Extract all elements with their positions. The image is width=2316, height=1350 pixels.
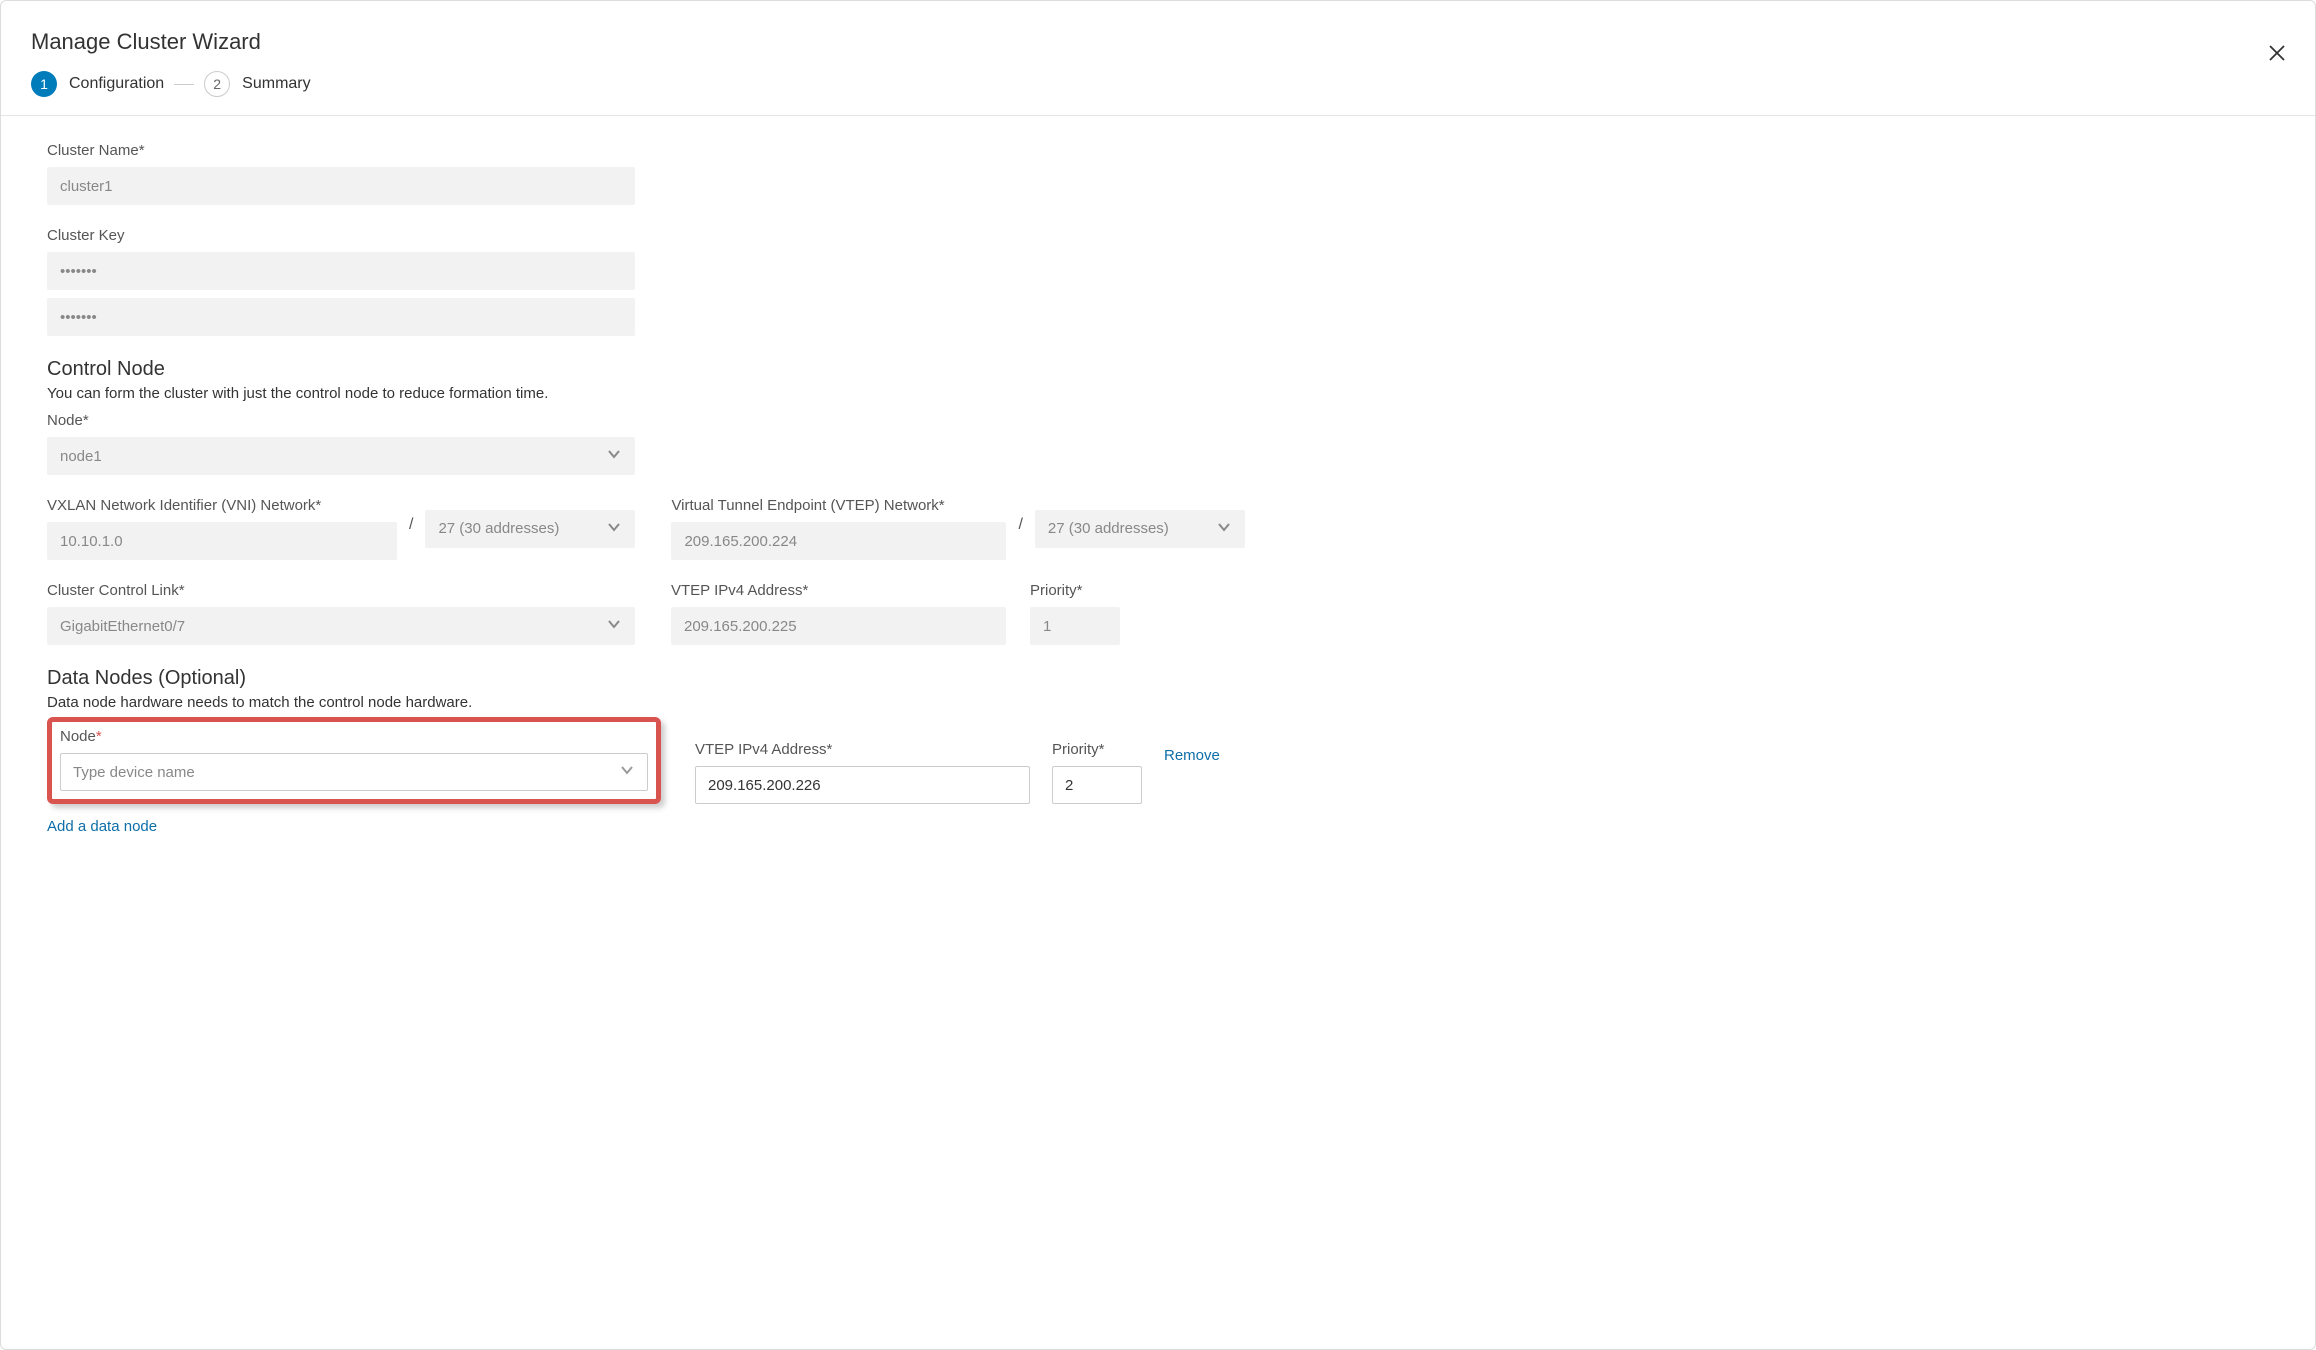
data-vtep-label: VTEP IPv4 Address*	[695, 741, 1030, 758]
cluster-key-input-1[interactable]	[47, 252, 635, 290]
vtep-subnet-group: Virtual Tunnel Endpoint (VTEP) Network* …	[671, 497, 1244, 560]
cluster-key-label: Cluster Key	[47, 227, 635, 244]
step-number-2: 2	[204, 71, 230, 97]
priority-col: Priority*	[1030, 582, 1120, 645]
data-node-highlight: Node*	[47, 717, 661, 804]
steps: 1 Configuration 2 Summary	[31, 71, 2285, 97]
close-button[interactable]	[2267, 41, 2287, 67]
data-vtep-input[interactable]	[695, 766, 1030, 804]
data-priority-col: Priority*	[1052, 741, 1142, 804]
wizard-container: Manage Cluster Wizard 1 Configuration 2 …	[0, 0, 2316, 1350]
data-priority-input[interactable]	[1052, 766, 1142, 804]
vtep-ip-input[interactable]	[671, 607, 1006, 645]
step-configuration[interactable]: 1 Configuration	[31, 71, 164, 97]
priority-input[interactable]	[1030, 607, 1120, 645]
data-node-select-wrapper	[60, 753, 648, 791]
cluster-key-group: Cluster Key	[47, 227, 635, 290]
required-star: *	[96, 728, 102, 745]
step-connector	[174, 84, 194, 85]
add-data-node-link[interactable]: Add a data node	[47, 818, 157, 835]
vni-mask-col	[425, 510, 635, 548]
data-node-select[interactable]	[60, 753, 648, 791]
wizard-header: Manage Cluster Wizard 1 Configuration 2 …	[1, 1, 2315, 116]
vtep-net-col: Virtual Tunnel Endpoint (VTEP) Network*	[671, 497, 1006, 560]
ccl-col: Cluster Control Link*	[47, 582, 635, 645]
control-node-desc: You can form the cluster with just the c…	[47, 385, 2269, 402]
data-vtep-col: VTEP IPv4 Address*	[695, 741, 1030, 804]
control-node-select[interactable]	[47, 437, 635, 475]
vni-mask-select[interactable]	[425, 510, 635, 548]
wizard-body: Cluster Name* Cluster Key Control Node Y…	[1, 116, 2315, 865]
ccl-wrapper	[47, 607, 635, 645]
vtep-net-label: Virtual Tunnel Endpoint (VTEP) Network*	[671, 497, 1006, 514]
network-row: VXLAN Network Identifier (VNI) Network* …	[47, 497, 2269, 560]
vni-subnet-group: VXLAN Network Identifier (VNI) Network* …	[47, 497, 635, 560]
subnet-slash: /	[1018, 516, 1022, 542]
subnet-slash: /	[409, 516, 413, 542]
step-summary[interactable]: 2 Summary	[204, 71, 310, 97]
vtep-mask-col	[1035, 510, 1245, 548]
data-node-row: Node* VTEP IPv4 Address* Priority* Remov…	[47, 717, 2269, 804]
cluster-key-input-2[interactable]	[47, 298, 635, 336]
vtep-net-input[interactable]	[671, 522, 1006, 560]
step-label-configuration: Configuration	[69, 75, 164, 93]
vni-col: VXLAN Network Identifier (VNI) Network*	[47, 497, 397, 560]
ccl-select[interactable]	[47, 607, 635, 645]
data-node-label: Node*	[60, 728, 648, 745]
vni-mask-wrapper	[425, 510, 635, 548]
priority-label: Priority*	[1030, 582, 1120, 599]
control-node-select-wrapper	[47, 437, 635, 475]
vtep-ip-label: VTEP IPv4 Address*	[671, 582, 1006, 599]
ccl-label: Cluster Control Link*	[47, 582, 635, 599]
wizard-title: Manage Cluster Wizard	[31, 29, 2285, 55]
cluster-name-input[interactable]	[47, 167, 635, 205]
vtep-ip-col: VTEP IPv4 Address*	[671, 582, 1006, 645]
ccl-row: Cluster Control Link* VTEP IPv4 Address*…	[47, 582, 2269, 645]
control-node-select-group: Node*	[47, 412, 635, 475]
cluster-name-label: Cluster Name*	[47, 142, 635, 159]
vtep-mask-select[interactable]	[1035, 510, 1245, 548]
vni-input[interactable]	[47, 522, 397, 560]
vtep-mask-wrapper	[1035, 510, 1245, 548]
step-label-summary: Summary	[242, 75, 310, 93]
control-node-heading: Control Node	[47, 358, 2269, 381]
vni-label: VXLAN Network Identifier (VNI) Network*	[47, 497, 397, 514]
data-node-label-text: Node	[60, 728, 96, 745]
remove-link[interactable]: Remove	[1164, 747, 1220, 774]
close-icon	[2267, 43, 2287, 63]
data-priority-label: Priority*	[1052, 741, 1142, 758]
data-nodes-desc: Data node hardware needs to match the co…	[47, 694, 2269, 711]
data-nodes-heading: Data Nodes (Optional)	[47, 667, 2269, 690]
cluster-name-group: Cluster Name*	[47, 142, 635, 205]
cluster-key-confirm-group	[47, 298, 635, 336]
step-number-1: 1	[31, 71, 57, 97]
control-node-label: Node*	[47, 412, 635, 429]
